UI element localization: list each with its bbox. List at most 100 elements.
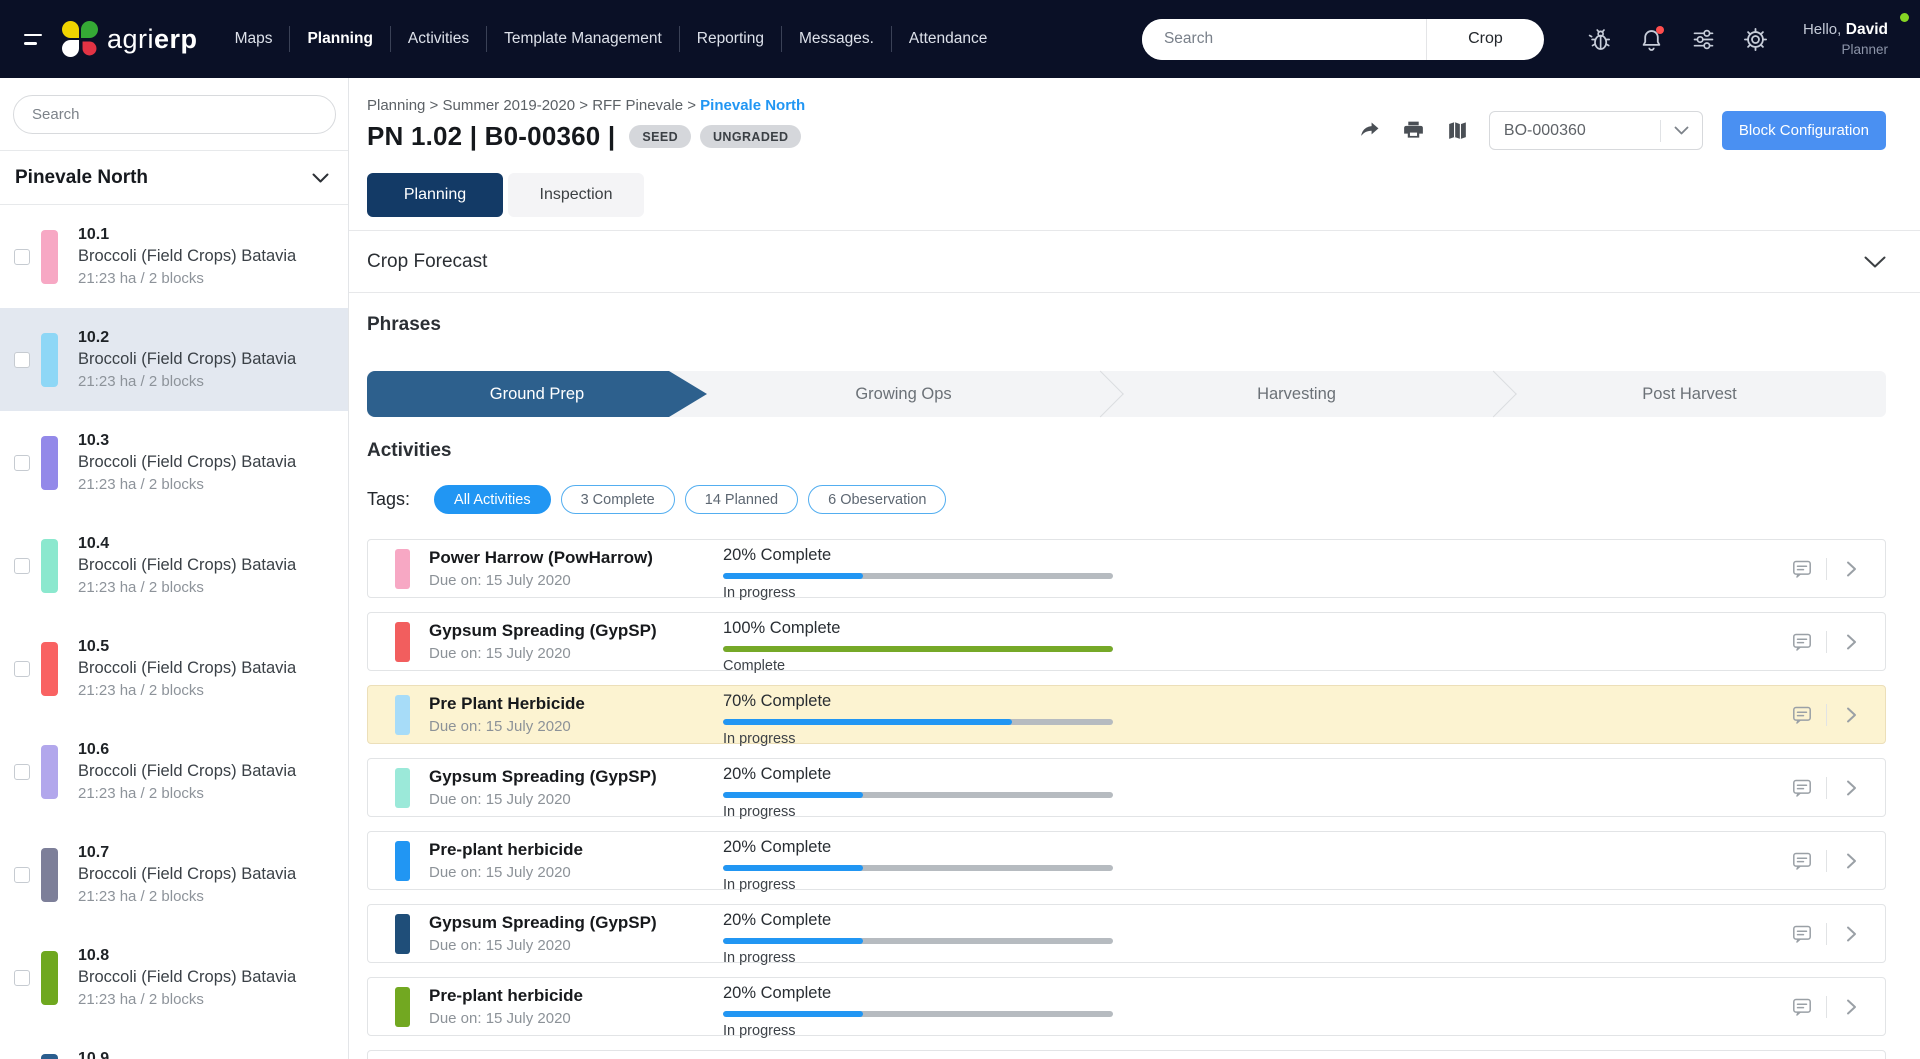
activity-row[interactable]: Pre Plant Herbicide Due on: 15 July 2020… [367, 685, 1886, 744]
block-checkbox[interactable] [14, 455, 30, 471]
search-input[interactable] [1142, 19, 1426, 60]
status-badge: UNGRADED [700, 125, 801, 148]
activity-row[interactable]: Pre-plant herbicide Due on: 15 July 2020… [367, 831, 1886, 890]
phase-stepper: Ground Prep Growing Ops Harvesting Post … [367, 371, 1886, 417]
activity-row[interactable]: Pre-plant herbicide Due on: 15 July 2020… [367, 1050, 1886, 1059]
comment-icon[interactable] [1790, 922, 1814, 946]
block-color-bar [41, 951, 58, 1005]
print-icon[interactable] [1401, 118, 1426, 143]
sidebar-search-input[interactable] [13, 95, 336, 134]
settings-gear-icon[interactable] [1742, 26, 1769, 53]
activity-percent-label: 100% Complete [723, 619, 1113, 638]
phase-step-post-harvest[interactable]: Post Harvest [1493, 371, 1886, 417]
activity-color-bar [395, 622, 410, 662]
block-checkbox[interactable] [14, 970, 30, 986]
block-color-bar [41, 333, 58, 387]
activity-row[interactable]: Power Harrow (PowHarrow) Due on: 15 July… [367, 539, 1886, 598]
chevron-right-icon[interactable] [1839, 776, 1863, 800]
block-list-item[interactable]: 10.3 Broccoli (Field Crops) Batavia 21:2… [0, 411, 348, 514]
comment-icon[interactable] [1790, 849, 1814, 873]
comment-icon[interactable] [1790, 776, 1814, 800]
block-list: 10.1 Broccoli (Field Crops) Batavia 21:2… [0, 205, 348, 1059]
activity-row[interactable]: Gypsum Spreading (GypSP) Due on: 15 July… [367, 904, 1886, 963]
block-list-item[interactable]: 10.8 Broccoli (Field Crops) Batavia 21:2… [0, 926, 348, 1029]
comment-icon[interactable] [1790, 703, 1814, 727]
chevron-right-icon[interactable] [1839, 630, 1863, 654]
nav-item[interactable]: Reporting [679, 26, 781, 52]
pest-scouting-icon[interactable] [1586, 26, 1613, 53]
navbar-left: agrierp MapsPlanningActivitiesTemplate M… [24, 21, 1004, 57]
phase-step-growing-ops[interactable]: Growing Ops [707, 371, 1100, 417]
block-crop-name: Broccoli (Field Crops) Batavia [78, 762, 296, 781]
block-configuration-button[interactable]: Block Configuration [1722, 111, 1886, 150]
activity-row[interactable]: Gypsum Spreading (GypSP) Due on: 15 July… [367, 758, 1886, 817]
block-list-item[interactable]: 10.9 Broccoli (Field Crops) Batavia 21:2… [0, 1029, 348, 1059]
top-navbar: agrierp MapsPlanningActivitiesTemplate M… [0, 0, 1920, 78]
block-id-select[interactable]: BO-000360 [1489, 111, 1703, 150]
brand-logo[interactable]: agrierp [62, 21, 198, 57]
activity-status-label: In progress [723, 1023, 1113, 1039]
chevron-right-icon[interactable] [1839, 995, 1863, 1019]
preferences-sliders-icon[interactable] [1690, 26, 1717, 53]
nav-item[interactable]: Activities [390, 26, 486, 52]
tag-filter-pill[interactable]: 14 Planned [685, 485, 798, 514]
block-meta: 21:23 ha / 2 blocks [78, 785, 296, 802]
block-list-item[interactable]: 10.2 Broccoli (Field Crops) Batavia 21:2… [0, 308, 348, 411]
block-checkbox[interactable] [14, 661, 30, 677]
breadcrumb-item[interactable]: Pinevale North [700, 97, 805, 114]
comment-icon[interactable] [1790, 630, 1814, 654]
sidebar-group-header[interactable]: Pinevale North [0, 151, 348, 205]
activity-filter-row: Tags: All Activities3 Complete14 Planned… [367, 485, 1886, 514]
block-list-item[interactable]: 10.5 Broccoli (Field Crops) Batavia 21:2… [0, 617, 348, 720]
nav-item[interactable]: Planning [289, 26, 389, 52]
block-checkbox[interactable] [14, 764, 30, 780]
crop-forecast-section-header[interactable]: Crop Forecast [367, 231, 1886, 292]
block-checkbox[interactable] [14, 352, 30, 368]
comment-icon[interactable] [1790, 995, 1814, 1019]
phase-step-ground-prep[interactable]: Ground Prep [367, 371, 707, 417]
tag-filter-pill[interactable]: 6 Obeservation [808, 485, 946, 514]
activity-percent-label: 20% Complete [723, 911, 1113, 930]
block-list-item[interactable]: 10.6 Broccoli (Field Crops) Batavia 21:2… [0, 720, 348, 823]
tab-planning[interactable]: Planning [367, 173, 503, 217]
nav-item[interactable]: Messages. [781, 26, 891, 52]
chevron-down-icon[interactable] [312, 173, 329, 183]
activity-row[interactable]: Gypsum Spreading (GypSP) Due on: 15 July… [367, 612, 1886, 671]
user-menu[interactable]: Hello, David Planner [1803, 19, 1888, 59]
status-badge: SEED [629, 125, 691, 148]
menu-toggle-icon[interactable] [24, 34, 46, 45]
tag-filter-pill[interactable]: 3 Complete [561, 485, 675, 514]
map-icon[interactable] [1445, 118, 1470, 143]
comment-icon[interactable] [1790, 557, 1814, 581]
block-checkbox[interactable] [14, 558, 30, 574]
tab-inspection[interactable]: Inspection [508, 173, 644, 217]
activity-progress: 100% Complete Complete [723, 619, 1113, 674]
block-checkbox[interactable] [14, 249, 30, 265]
tag-filter-pill[interactable]: All Activities [434, 485, 551, 514]
chevron-right-icon[interactable] [1839, 922, 1863, 946]
block-color-bar [41, 642, 58, 696]
block-list-item[interactable]: 10.4 Broccoli (Field Crops) Batavia 21:2… [0, 514, 348, 617]
share-icon[interactable] [1357, 118, 1382, 143]
search-scope-select[interactable]: Crop [1426, 19, 1544, 60]
brand-name: agrierp [107, 24, 198, 55]
nav-item[interactable]: Attendance [891, 26, 1004, 52]
block-list-item[interactable]: 10.7 Broccoli (Field Crops) Batavia 21:2… [0, 823, 348, 926]
breadcrumb-item[interactable]: RFF Pinevale [592, 97, 700, 114]
activity-row[interactable]: Pre-plant herbicide Due on: 15 July 2020… [367, 977, 1886, 1036]
block-list-item[interactable]: 10.1 Broccoli (Field Crops) Batavia 21:2… [0, 205, 348, 308]
nav-item[interactable]: Template Management [486, 26, 679, 52]
notifications-bell-icon[interactable] [1638, 26, 1665, 53]
main-panel: PlanningSummer 2019-2020RFF PinevalePine… [349, 78, 1920, 1059]
chevron-right-icon[interactable] [1839, 849, 1863, 873]
chevron-right-icon[interactable] [1839, 703, 1863, 727]
view-tabs: Planning Inspection [367, 173, 1886, 217]
block-checkbox[interactable] [14, 867, 30, 883]
crop-forecast-chevron-icon[interactable] [1864, 256, 1886, 268]
phase-step-harvesting[interactable]: Harvesting [1100, 371, 1493, 417]
breadcrumb-item[interactable]: Planning [367, 97, 443, 114]
nav-item[interactable]: Maps [218, 26, 290, 52]
user-name: David [1846, 21, 1888, 38]
chevron-right-icon[interactable] [1839, 557, 1863, 581]
breadcrumb-item[interactable]: Summer 2019-2020 [443, 97, 593, 114]
